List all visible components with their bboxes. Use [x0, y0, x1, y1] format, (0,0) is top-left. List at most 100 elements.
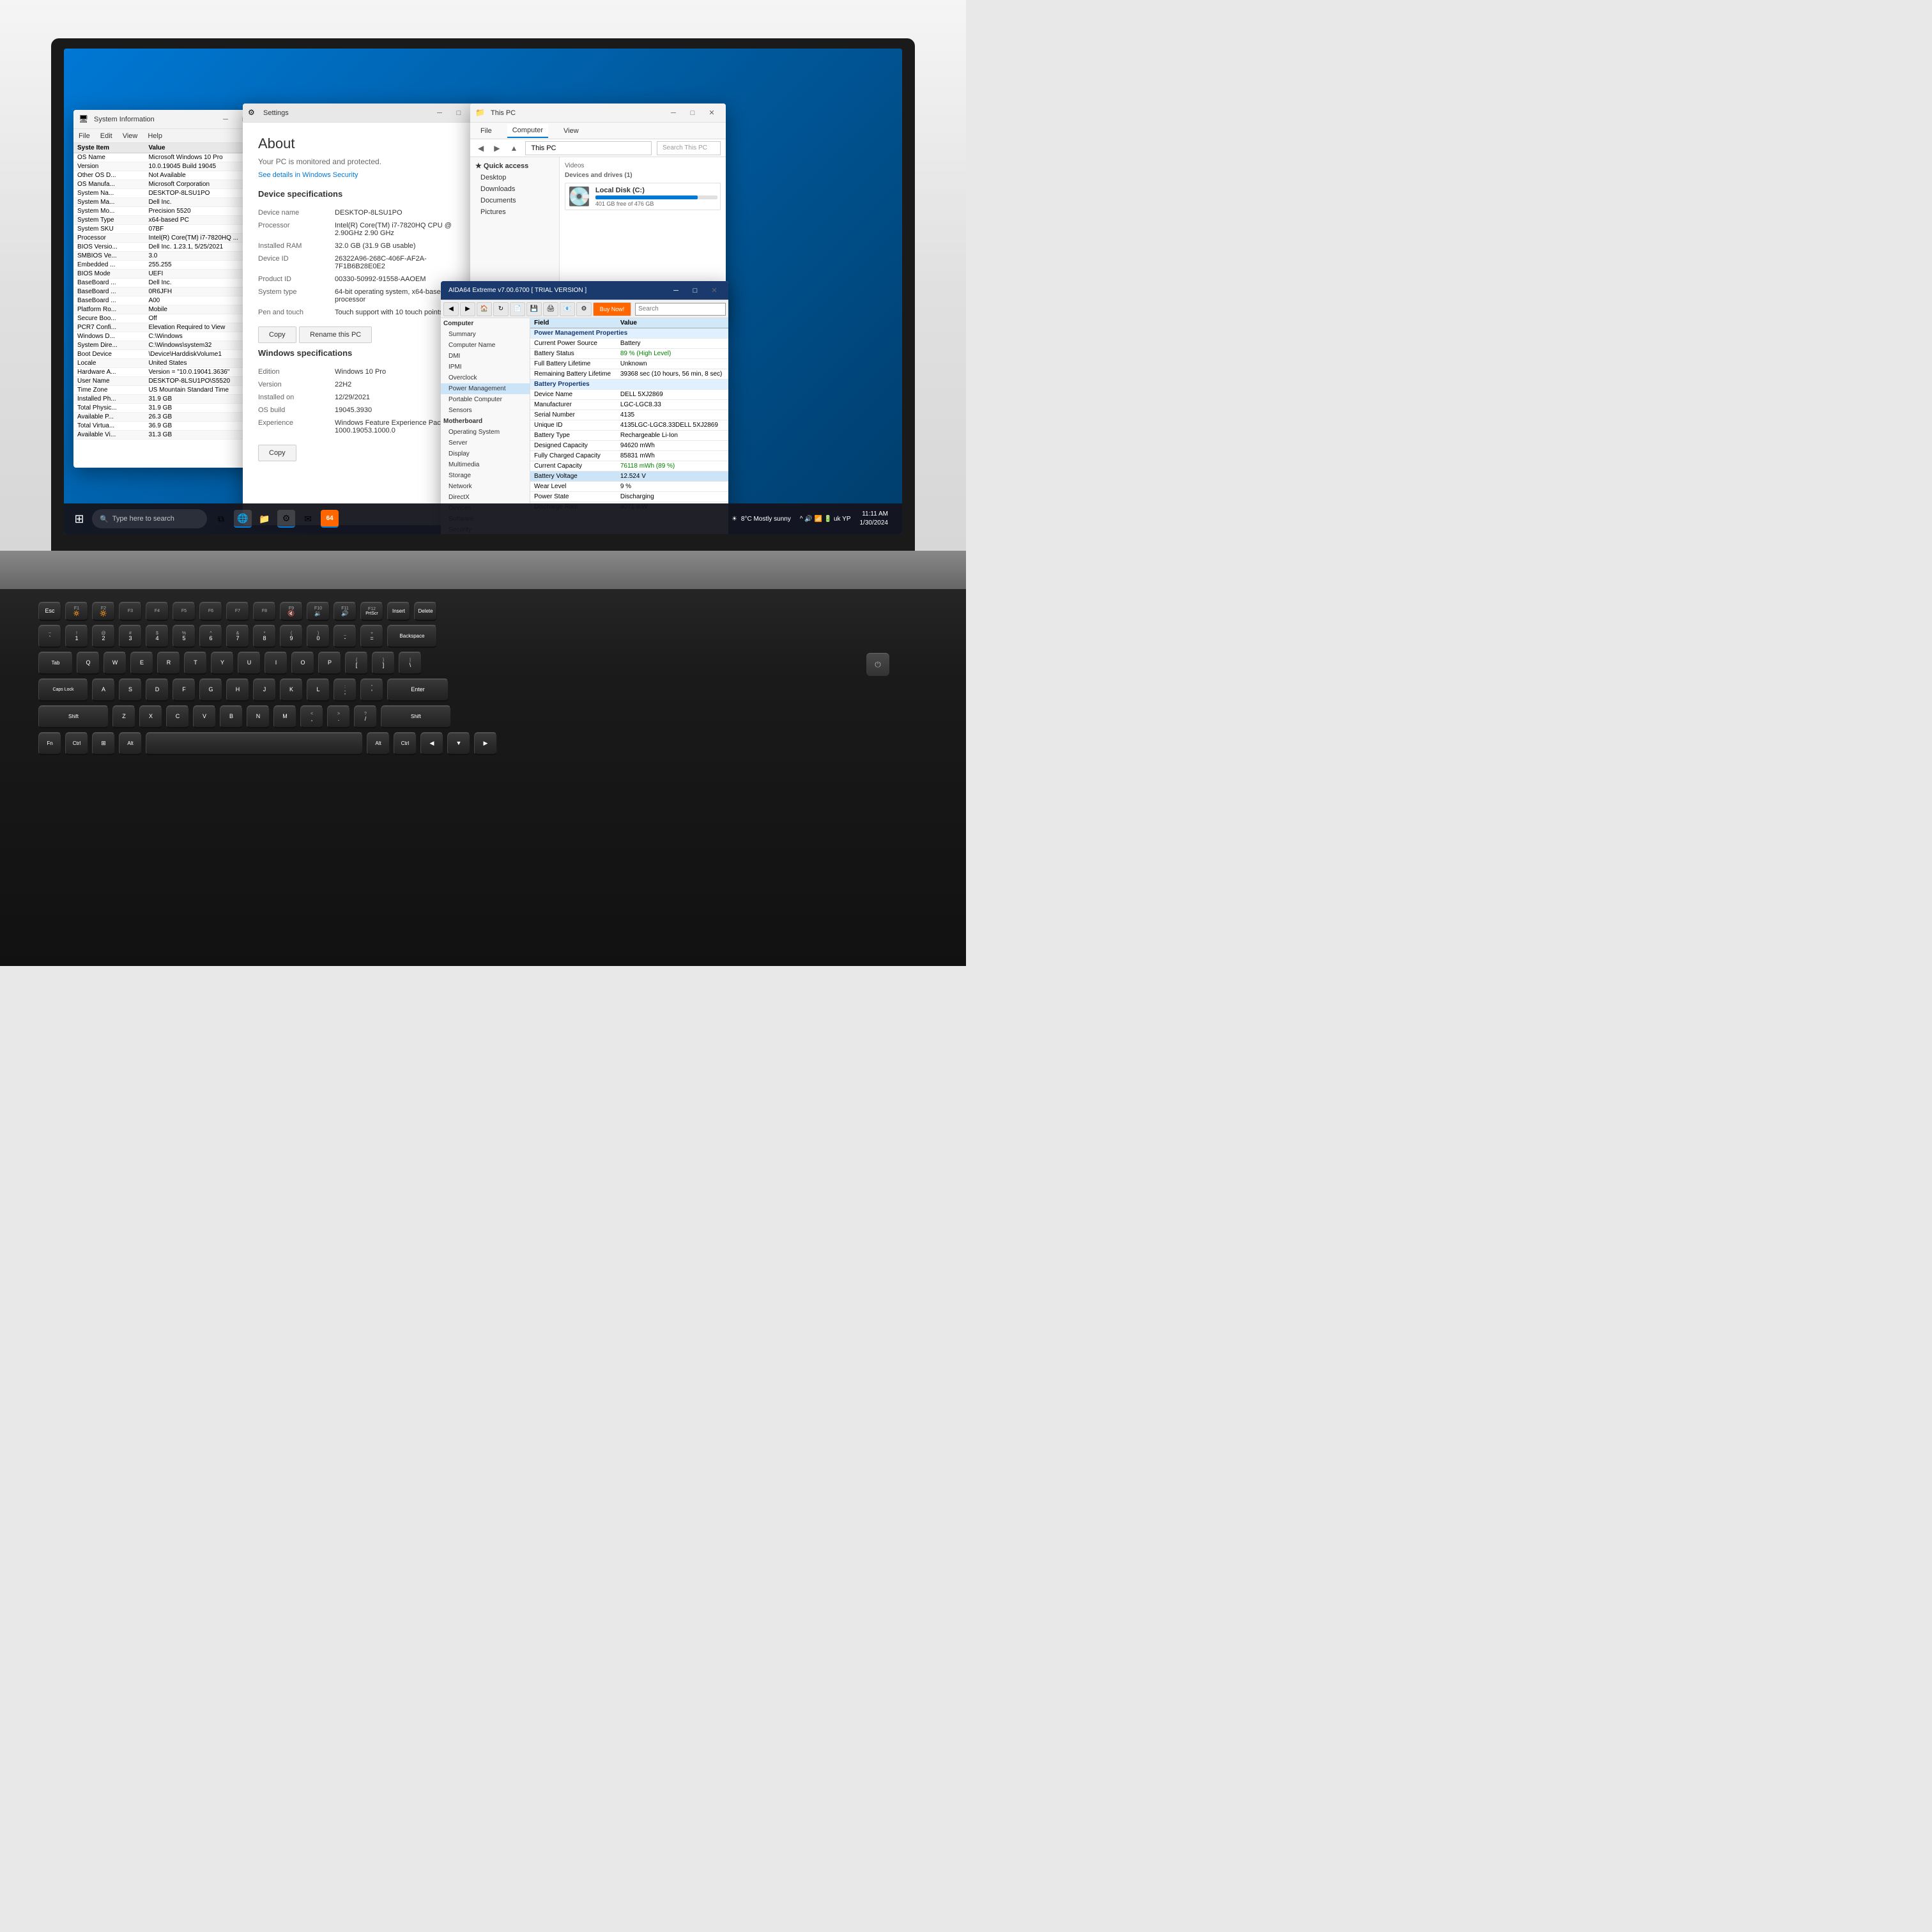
key-ctrl-right[interactable]: Ctrl [394, 732, 417, 755]
key-9[interactable]: (9 [280, 625, 303, 648]
key-space[interactable] [146, 732, 363, 755]
explorer-tab-computer[interactable]: Computer [507, 124, 548, 138]
key-y[interactable]: Y [211, 652, 234, 675]
key-e[interactable]: E [130, 652, 153, 675]
key-delete[interactable]: Delete [414, 602, 437, 621]
key-f8[interactable]: F8 [253, 602, 276, 621]
downloads-shortcut[interactable]: Downloads [470, 183, 559, 195]
sysinfo-minimize-btn[interactable]: ─ [217, 111, 234, 128]
key-f3[interactable]: F3 [119, 602, 142, 621]
key-arrow-down[interactable]: ▼ [447, 732, 470, 755]
key-i[interactable]: I [264, 652, 288, 675]
aida-sidebar-item[interactable]: Computer Name [441, 340, 530, 351]
key-j[interactable]: J [253, 678, 276, 702]
key-7[interactable]: &7 [226, 625, 249, 648]
key-arrow-right[interactable]: ▶ [474, 732, 497, 755]
key-f10[interactable]: F10🔉 [307, 602, 330, 621]
key-n[interactable]: N [247, 705, 270, 728]
desktop-shortcut[interactable]: Desktop [470, 172, 559, 183]
key-f11[interactable]: F11🔊 [334, 602, 356, 621]
power-button[interactable]: ⏻ [866, 653, 889, 676]
key-rbracket[interactable]: }] [372, 652, 395, 675]
key-p[interactable]: P [318, 652, 341, 675]
key-l[interactable]: L [307, 678, 330, 702]
aida-sidebar-item[interactable]: Display [441, 448, 530, 459]
key-enter[interactable]: Enter [387, 678, 448, 702]
aida-sidebar-item[interactable]: Motherboard [441, 416, 530, 427]
taskbar-search-box[interactable]: 🔍 Type here to search [92, 509, 207, 528]
sysinfo-menu-help[interactable]: Help [148, 132, 162, 140]
aida-sidebar-item[interactable]: IPMI [441, 362, 530, 372]
key-equals[interactable]: += [360, 625, 383, 648]
aida-close-btn[interactable]: ✕ [705, 282, 723, 300]
key-shift-left[interactable]: Shift [38, 705, 109, 728]
key-fn[interactable]: Fn [38, 732, 61, 755]
show-desktop-btn[interactable] [892, 510, 897, 528]
start-button[interactable]: ⊞ [69, 509, 89, 529]
key-5[interactable]: %5 [172, 625, 195, 648]
key-d[interactable]: D [146, 678, 169, 702]
key-comma[interactable]: <, [300, 705, 323, 728]
key-q[interactable]: Q [77, 652, 100, 675]
aida-search-input[interactable] [635, 303, 726, 316]
key-a[interactable]: A [92, 678, 115, 702]
taskbar-settings-app[interactable]: ⚙ [277, 510, 295, 528]
aida-sidebar-item[interactable]: Portable Computer [441, 394, 530, 405]
key-u[interactable]: U [238, 652, 261, 675]
aida-sidebar-item[interactable]: Storage [441, 470, 530, 481]
key-arrow-left[interactable]: ◀ [420, 732, 443, 755]
key-b[interactable]: B [220, 705, 243, 728]
about-minimize-btn[interactable]: ─ [431, 104, 448, 122]
key-t[interactable]: T [184, 652, 207, 675]
sysinfo-menu-file[interactable]: File [79, 132, 90, 140]
key-6[interactable]: ^6 [199, 625, 222, 648]
key-g[interactable]: G [199, 678, 222, 702]
address-bar[interactable]: This PC [525, 141, 652, 155]
aida-sidebar-item[interactable]: Overclock [441, 372, 530, 383]
key-backspace[interactable]: Backspace [387, 625, 437, 648]
key-x[interactable]: X [139, 705, 162, 728]
local-disk-c[interactable]: 💽 Local Disk (C:) 401 GB free of 476 GB [565, 183, 721, 210]
key-2[interactable]: @2 [92, 625, 115, 648]
aida-sidebar-item[interactable]: Network [441, 481, 530, 492]
aida-print-btn[interactable]: 🖨 [543, 302, 558, 316]
key-alt-right[interactable]: Alt [367, 732, 390, 755]
key-o[interactable]: O [291, 652, 314, 675]
key-4[interactable]: $4 [146, 625, 169, 648]
about-security-link[interactable]: See details in Windows Security [258, 171, 477, 179]
key-esc[interactable]: Esc [38, 602, 61, 621]
key-win[interactable]: ⊞ [92, 732, 115, 755]
taskbar-edge[interactable]: 🌐 [234, 510, 252, 528]
aida-sidebar-item[interactable]: DMI [441, 351, 530, 362]
aida-fwd-btn[interactable]: ▶ [460, 302, 475, 316]
key-alt-left[interactable]: Alt [119, 732, 142, 755]
key-f5[interactable]: F5 [172, 602, 195, 621]
key-f4[interactable]: F4 [146, 602, 169, 621]
key-f7[interactable]: F7 [226, 602, 249, 621]
key-semicolon[interactable]: :; [334, 678, 356, 702]
key-f2[interactable]: F2🔆 [92, 602, 115, 621]
key-8[interactable]: *8 [253, 625, 276, 648]
aida-sidebar-item[interactable]: Computer [441, 318, 530, 329]
copy-device-btn[interactable]: Copy [258, 326, 296, 343]
key-tab[interactable]: Tab [38, 652, 73, 675]
aida-refresh-btn[interactable]: ↻ [493, 302, 509, 316]
about-maximize-btn[interactable]: □ [450, 104, 468, 122]
aida-home-btn[interactable]: 🏠 [477, 302, 492, 316]
sysinfo-menu-view[interactable]: View [123, 132, 138, 140]
key-k[interactable]: K [280, 678, 303, 702]
aida-back-btn[interactable]: ◀ [443, 302, 459, 316]
aida-save-btn[interactable]: 💾 [526, 302, 542, 316]
key-capslock[interactable]: Caps Lock [38, 678, 88, 702]
key-c[interactable]: C [166, 705, 189, 728]
explorer-tab-file[interactable]: File [475, 125, 497, 137]
aida-email-btn[interactable]: 📧 [560, 302, 575, 316]
key-r[interactable]: R [157, 652, 180, 675]
key-period[interactable]: >. [327, 705, 350, 728]
key-1[interactable]: !1 [65, 625, 88, 648]
aida-sidebar-item[interactable]: Server [441, 438, 530, 448]
key-z[interactable]: Z [112, 705, 135, 728]
key-m[interactable]: M [273, 705, 296, 728]
aida-sidebar-item[interactable]: DirectX [441, 492, 530, 503]
key-f9[interactable]: F9🔇 [280, 602, 303, 621]
